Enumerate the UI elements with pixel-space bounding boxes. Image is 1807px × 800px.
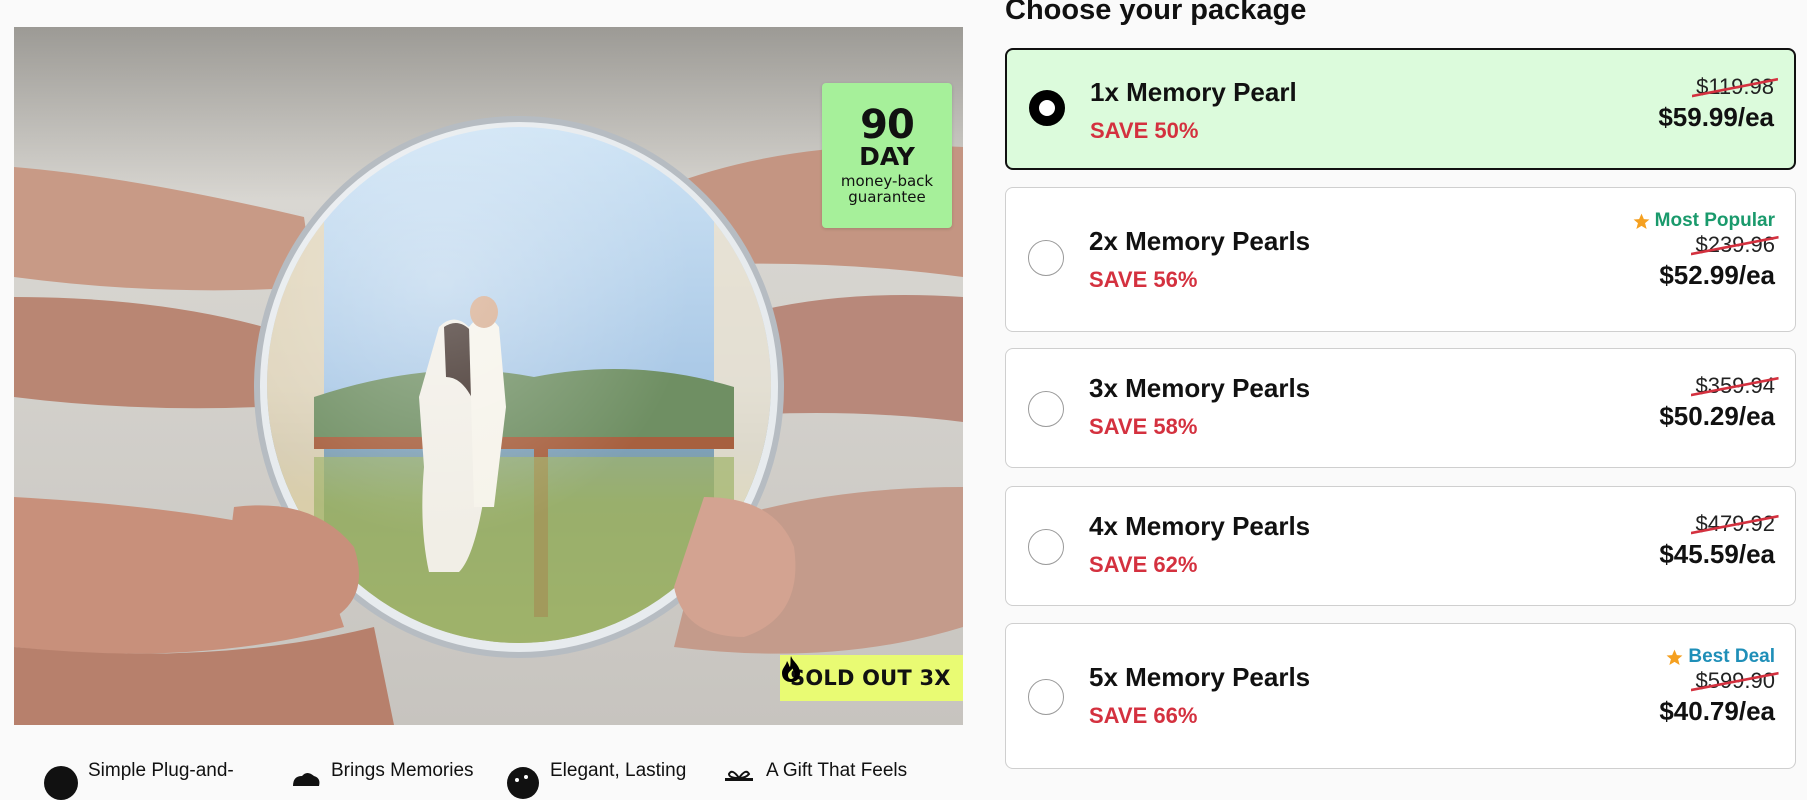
new-price: $40.79/ea <box>1659 696 1775 726</box>
feature-label: Elegant, Lasting <box>550 760 687 781</box>
new-price: $52.99/ea <box>1659 260 1775 290</box>
package-option-1[interactable]: 1x Memory Pearl SAVE 50% $119.98 $59.99/… <box>1005 48 1796 170</box>
package-option-3[interactable]: 3x Memory Pearls SAVE 58% $359.94 $50.29… <box>1005 348 1796 468</box>
package-section-title: Choose your package <box>1005 0 1307 26</box>
feature-item: Brings Memories <box>287 760 474 800</box>
strikethrough-icon <box>1691 671 1779 692</box>
package-save: SAVE 56% <box>1089 267 1198 292</box>
package-name: 5x Memory Pearls <box>1089 662 1311 692</box>
package-radio-selected[interactable] <box>1029 90 1065 126</box>
package-price: $479.92 $45.59/ea <box>1659 511 1779 570</box>
package-save: SAVE 66% <box>1089 703 1198 728</box>
package-save: SAVE 50% <box>1090 118 1199 143</box>
guarantee-line-1: money-back <box>840 172 934 190</box>
package-name: 2x Memory Pearls <box>1089 226 1311 256</box>
old-price: $479.92 <box>1691 511 1779 537</box>
feature-item: A Gift That Feels <box>722 760 907 800</box>
star-icon <box>1633 213 1650 229</box>
guarantee-number: 90 <box>860 102 915 148</box>
package-price: Most Popular $239.96 $52.99/ea <box>1632 210 1779 291</box>
new-price: $50.29/ea <box>1659 401 1775 431</box>
memory-pearl-photo <box>14 27 963 725</box>
old-price: $239.96 <box>1691 232 1779 258</box>
star-icon <box>1666 649 1683 665</box>
new-price: $59.99/ea <box>1658 102 1774 132</box>
tag-label: Best Deal <box>1688 646 1775 667</box>
package-price: Best Deal $599.90 $40.79/ea <box>1659 646 1779 727</box>
package-option-5[interactable]: 5x Memory Pearls SAVE 66% Best Deal $599… <box>1005 623 1796 769</box>
package-price: $359.94 $50.29/ea <box>1659 373 1779 432</box>
strikethrough-icon <box>1691 376 1779 397</box>
package-name: 3x Memory Pearls <box>1089 373 1311 403</box>
feature-label: Brings Memories <box>331 760 474 781</box>
tag-label: Most Popular <box>1654 210 1775 231</box>
old-price: $359.94 <box>1691 373 1779 399</box>
strikethrough-icon <box>1691 514 1779 535</box>
guarantee-line-2: guarantee <box>848 188 926 206</box>
feature-label: A Gift That Feels <box>766 760 908 781</box>
package-option-2[interactable]: 2x Memory Pearls SAVE 56% Most Popular $… <box>1005 187 1796 332</box>
plug-icon <box>44 766 78 800</box>
package-price: $119.98 $59.99/ea <box>1658 74 1778 133</box>
old-price: $599.90 <box>1691 668 1779 694</box>
guarantee-unit: DAY <box>859 142 915 171</box>
package-radio[interactable] <box>1028 240 1064 276</box>
package-save: SAVE 58% <box>1089 414 1198 439</box>
guarantee-badge: 90 DAY money-back guarantee <box>822 83 952 228</box>
new-price: $45.59/ea <box>1659 539 1775 569</box>
feature-item: Elegant, Lasting <box>506 760 686 800</box>
feature-item: Simple Plug-and- <box>44 760 234 800</box>
old-price: $119.98 <box>1692 74 1778 100</box>
package-name: 4x Memory Pearls <box>1089 511 1311 541</box>
soldout-text: SOLD OUT 3X <box>790 666 951 690</box>
gift-icon <box>725 770 753 781</box>
soldout-badge: SOLD OUT 3X <box>780 655 963 701</box>
most-popular-tag: Most Popular <box>1632 210 1775 232</box>
package-radio[interactable] <box>1028 679 1064 715</box>
feature-label: Simple Plug-and- <box>88 760 234 781</box>
strikethrough-icon <box>1691 235 1779 256</box>
package-option-4[interactable]: 4x Memory Pearls SAVE 62% $479.92 $45.59… <box>1005 486 1796 606</box>
package-save: SAVE 62% <box>1089 552 1198 577</box>
best-deal-tag: Best Deal <box>1659 646 1775 668</box>
cloud-icon <box>293 773 320 786</box>
package-radio[interactable] <box>1028 391 1064 427</box>
product-image: 90 DAY money-back guarantee SOLD OUT 3X <box>14 27 963 725</box>
package-radio[interactable] <box>1028 529 1064 565</box>
package-name: 1x Memory Pearl <box>1090 77 1297 107</box>
flame-icon <box>782 656 800 682</box>
gem-icon <box>507 767 539 799</box>
strikethrough-icon <box>1692 77 1778 98</box>
